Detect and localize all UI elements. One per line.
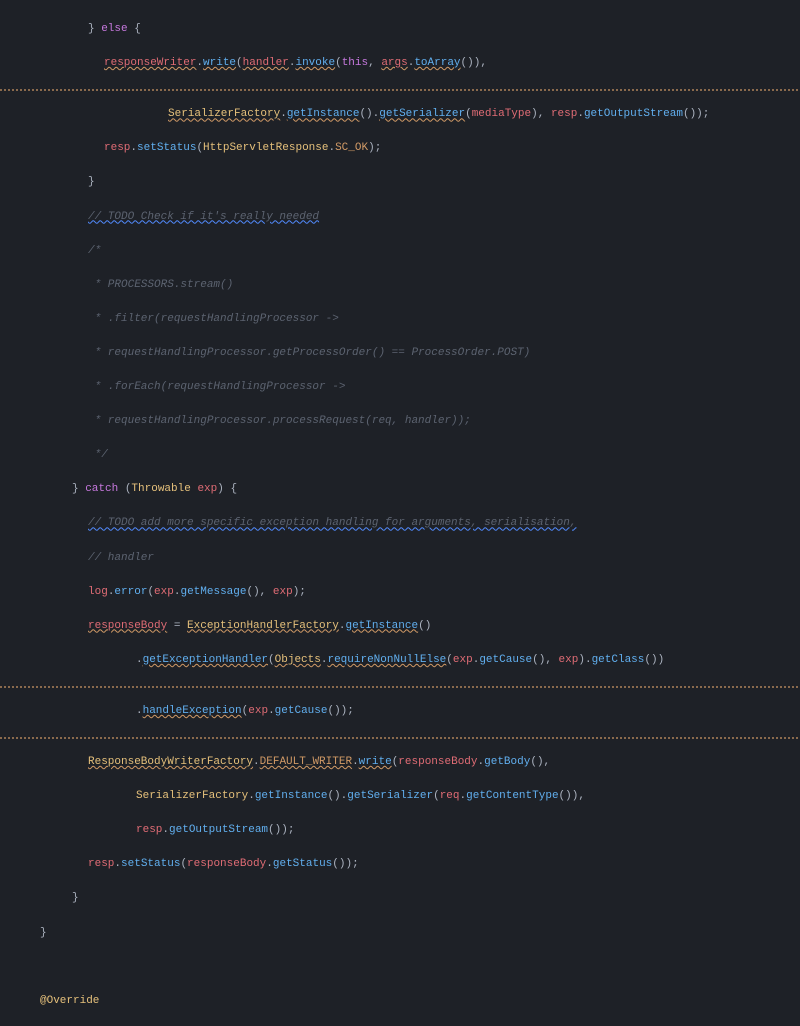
- code-line[interactable]: SerializerFactory.getInstance().getSeria…: [8, 788, 800, 805]
- code-line[interactable]: // TODO Check if it's really needed: [8, 209, 800, 226]
- code-line[interactable]: } catch (Throwable exp) {: [8, 481, 800, 498]
- code-line[interactable]: resp.setStatus(responseBody.getStatus())…: [8, 856, 800, 873]
- code-line[interactable]: * PROCESSORS.stream(): [8, 277, 800, 294]
- code-line[interactable]: .getExceptionHandler(Objects.requireNonN…: [8, 652, 800, 669]
- code-line[interactable]: }: [8, 925, 800, 942]
- code-editor[interactable]: } else { responseWriter.write(handler.in…: [0, 0, 800, 1026]
- code-line[interactable]: }: [8, 890, 800, 907]
- code-line[interactable]: } else {: [8, 21, 800, 38]
- code-line[interactable]: // handler: [8, 550, 800, 567]
- code-line[interactable]: /*: [8, 243, 800, 260]
- code-line[interactable]: // TODO add more specific exception hand…: [8, 515, 800, 532]
- code-line[interactable]: @Override: [8, 993, 800, 1010]
- warning-gutter: [0, 737, 800, 739]
- code-line[interactable]: .handleException(exp.getCause());: [8, 703, 800, 720]
- code-line[interactable]: log.error(exp.getMessage(), exp);: [8, 584, 800, 601]
- code-line[interactable]: [8, 959, 800, 976]
- code-line[interactable]: */: [8, 447, 800, 464]
- code-line[interactable]: ResponseBodyWriterFactory.DEFAULT_WRITER…: [8, 754, 800, 771]
- warning-gutter: [0, 686, 800, 688]
- code-line[interactable]: responseWriter.write(handler.invoke(this…: [8, 55, 800, 72]
- code-line[interactable]: resp.getOutputStream());: [8, 822, 800, 839]
- code-line[interactable]: * .filter(requestHandlingProcessor ->: [8, 311, 800, 328]
- code-line[interactable]: SerializerFactory.getInstance().getSeria…: [8, 106, 800, 123]
- warning-gutter: [0, 89, 800, 91]
- code-line[interactable]: * .forEach(requestHandlingProcessor ->: [8, 379, 800, 396]
- code-line[interactable]: * requestHandlingProcessor.getProcessOrd…: [8, 345, 800, 362]
- code-line[interactable]: * requestHandlingProcessor.processReques…: [8, 413, 800, 430]
- code-line[interactable]: resp.setStatus(HttpServletResponse.SC_OK…: [8, 140, 800, 157]
- code-line[interactable]: responseBody = ExceptionHandlerFactory.g…: [8, 618, 800, 635]
- code-line[interactable]: }: [8, 174, 800, 191]
